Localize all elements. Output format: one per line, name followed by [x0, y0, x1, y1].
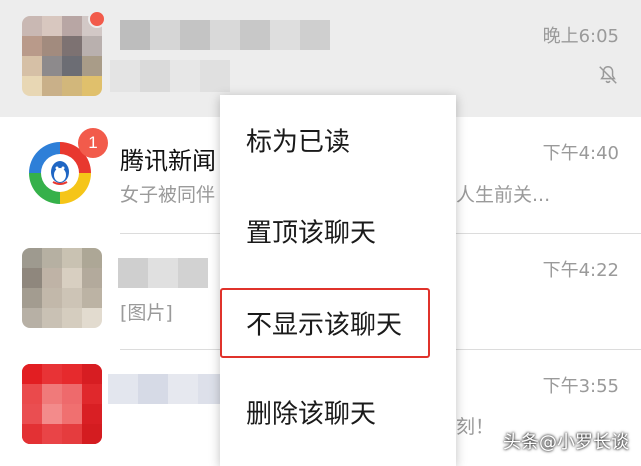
blurred-chat-name [118, 258, 208, 288]
avatar[interactable] [22, 16, 102, 96]
menu-item-label: 不显示该聊天 [246, 310, 403, 341]
blurred-avatar-image [22, 364, 102, 444]
chat-preview: 女子被同伴 [120, 184, 216, 206]
chat-time: 下午4:22 [542, 260, 619, 281]
chat-context-menu: 标为已读 置顶该聊天 不显示该聊天 删除该聊天 [220, 95, 456, 466]
blurred-chat-preview [110, 60, 230, 92]
unread-count-badge: 1 [78, 128, 108, 158]
unread-dot [88, 10, 106, 28]
avatar[interactable] [22, 248, 102, 328]
chat-preview-tail: 人生前关... [456, 184, 551, 206]
watermark: 头条@小罗长谈 [503, 432, 629, 453]
menu-item-label: 删除该聊天 [246, 399, 377, 430]
chat-time: 下午3:55 [542, 376, 619, 397]
delete-chat-menu-item[interactable]: 删除该聊天 [220, 372, 456, 452]
blurred-avatar-image [22, 16, 102, 96]
chat-preview: [图片] [120, 302, 173, 324]
chat-preview-tail: 刻！ [456, 416, 495, 438]
avatar[interactable] [22, 364, 102, 444]
mark-as-read-menu-item[interactable]: 标为已读 [220, 100, 456, 180]
blurred-chat-name [108, 374, 228, 404]
blurred-avatar-image [22, 248, 102, 328]
chat-time: 下午4:40 [542, 143, 619, 164]
menu-item-label: 标为已读 [246, 127, 351, 158]
blurred-chat-name [120, 20, 330, 50]
chat-name: 腾讯新闻 [120, 147, 216, 175]
chat-time: 晚上6:05 [542, 26, 619, 47]
hide-chat-menu-item[interactable]: 不显示该聊天 [220, 283, 456, 363]
pin-chat-menu-item[interactable]: 置顶该聊天 [220, 191, 456, 271]
menu-item-label: 置顶该聊天 [246, 218, 377, 249]
bell-off-icon [599, 66, 617, 84]
